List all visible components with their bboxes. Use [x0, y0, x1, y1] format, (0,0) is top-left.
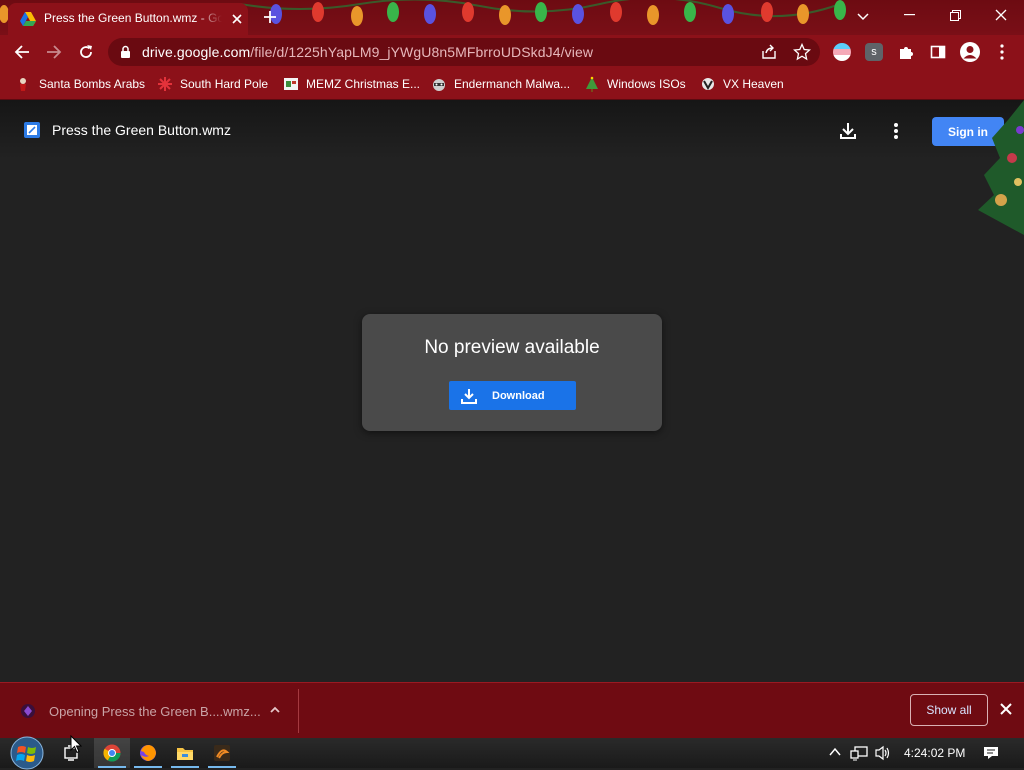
bookmark-endermanch-malware[interactable]: Endermanch Malwa...: [431, 75, 570, 93]
profile-avatar-icon[interactable]: [958, 40, 982, 64]
back-icon[interactable]: [10, 40, 34, 64]
url-path: /file/d/1225hYapLM9_jYWgU8n5MFbrroUDSkdJ…: [250, 44, 594, 60]
bookmark-label: VX Heaven: [723, 77, 784, 91]
volume-icon[interactable]: [874, 745, 892, 761]
more-options-icon[interactable]: [884, 119, 908, 143]
bookmark-south-hard-pole[interactable]: South Hard Pole: [157, 75, 268, 93]
url-text: drive.google.com/file/d/1225hYapLM9_jYWg…: [142, 44, 593, 60]
file-explorer-icon[interactable]: [167, 738, 203, 768]
new-tab-icon[interactable]: [258, 5, 282, 29]
mouse-cursor-icon: [70, 735, 82, 754]
firefox-icon[interactable]: [130, 738, 166, 768]
bookmark-label: Windows ISOs: [607, 77, 686, 91]
no-preview-card: No preview available Download: [362, 314, 662, 431]
reload-icon[interactable]: [74, 40, 98, 64]
extensions-puzzle-icon[interactable]: [894, 40, 918, 64]
s-extension-icon[interactable]: s: [865, 43, 883, 61]
lock-icon: [121, 45, 130, 58]
url-host: drive.google.com: [142, 44, 251, 60]
bookmark-label: MEMZ Christmas E...: [306, 77, 421, 91]
raccoon-icon: [433, 79, 445, 91]
tab-search-chevron-icon[interactable]: [851, 5, 875, 29]
tree-icon: [586, 76, 598, 92]
share-icon[interactable]: [760, 43, 778, 61]
bookmarks-bar: Santa Bombs Arabs South Hard Pole MEMZ C…: [0, 69, 1024, 100]
bookmark-santa-bombs-arabs[interactable]: Santa Bombs Arabs: [16, 75, 145, 93]
snowflake-icon: [158, 77, 172, 91]
wmz-file-icon: [24, 122, 40, 138]
chrome-icon[interactable]: [94, 738, 130, 768]
address-bar[interactable]: drive.google.com/file/d/1225hYapLM9_jYWg…: [108, 38, 820, 66]
minimize-icon[interactable]: [886, 0, 932, 30]
download-icon[interactable]: [836, 119, 860, 143]
app-icon[interactable]: [204, 738, 240, 768]
shelf-divider: [298, 689, 299, 733]
bookmark-vx-heaven[interactable]: VX Heaven: [700, 75, 784, 93]
windows-taskbar: 4:24:02 PM: [0, 736, 1024, 770]
browser-menu-icon[interactable]: [990, 40, 1014, 64]
tab-strip: Press the Green Button.wmz - Google Driv…: [0, 0, 1024, 35]
chevron-up-icon[interactable]: [267, 702, 283, 718]
forward-icon[interactable]: [42, 40, 66, 64]
download-icon: [461, 388, 477, 404]
download-item-status[interactable]: Opening Press the Green B....wmz...: [49, 704, 261, 719]
tray-overflow-chevron-icon[interactable]: [829, 745, 841, 759]
network-icon[interactable]: [850, 745, 868, 761]
google-drive-icon: [20, 12, 36, 26]
show-all-button[interactable]: Show all: [910, 694, 988, 726]
window-close-icon[interactable]: [978, 0, 1024, 30]
santa-icon: [20, 78, 26, 91]
no-preview-message: No preview available: [424, 337, 600, 358]
start-button-icon[interactable]: [9, 736, 45, 770]
downloading-file-icon: [21, 704, 35, 718]
restore-icon[interactable]: [932, 0, 978, 30]
download-button[interactable]: Download: [449, 381, 576, 410]
vx-icon: [702, 78, 714, 91]
flag-extension-icon[interactable]: [833, 43, 851, 61]
drive-viewer-header: Press the Green Button.wmz Sign in: [0, 100, 1024, 160]
bookmark-label: South Hard Pole: [180, 77, 269, 91]
tab-title: Press the Green Button.wmz - Google Driv…: [44, 11, 222, 25]
side-panel-icon[interactable]: [926, 40, 950, 64]
close-shelf-icon[interactable]: [997, 700, 1015, 718]
action-center-icon[interactable]: [983, 745, 999, 761]
memz-icon: [284, 78, 298, 90]
bookmark-label: Endermanch Malwa...: [454, 77, 571, 91]
bookmark-label: Santa Bombs Arabs: [39, 77, 146, 91]
system-clock[interactable]: 4:24:02 PM: [904, 746, 965, 760]
download-shelf: Opening Press the Green B....wmz... Show…: [0, 682, 1024, 739]
browser-toolbar: drive.google.com/file/d/1225hYapLM9_jYWg…: [0, 35, 1024, 69]
bookmark-memz-christmas[interactable]: MEMZ Christmas E...: [283, 75, 420, 93]
download-button-label: Download: [492, 389, 545, 402]
file-name: Press the Green Button.wmz: [52, 122, 231, 138]
tab-close-icon[interactable]: [228, 10, 246, 28]
tab-drive-file[interactable]: Press the Green Button.wmz - Google Driv…: [8, 3, 248, 35]
bookmark-windows-isos[interactable]: Windows ISOs: [584, 75, 686, 93]
bookmark-star-icon[interactable]: [793, 43, 811, 61]
christmas-tree-decoration: [978, 100, 1024, 235]
